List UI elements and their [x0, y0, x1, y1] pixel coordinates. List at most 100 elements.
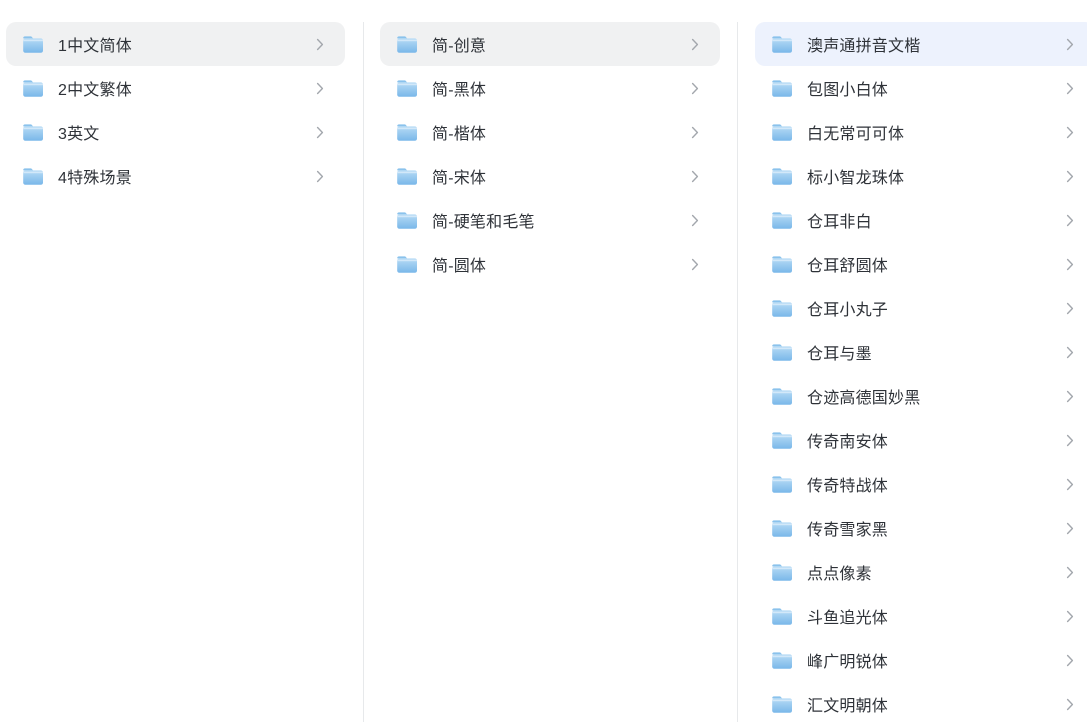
- folder-row[interactable]: 标小智龙珠体: [755, 154, 1087, 198]
- folder-row[interactable]: 澳声通拼音文楷: [755, 22, 1087, 66]
- folder-icon: [771, 123, 793, 142]
- folder-name: 简-楷体: [432, 120, 690, 144]
- folder-icon: [771, 211, 793, 230]
- folder-row[interactable]: 简-圆体: [380, 242, 720, 286]
- chevron-right-icon: [1065, 169, 1075, 183]
- folder-row[interactable]: 点点像素: [755, 550, 1087, 594]
- chevron-right-icon: [1065, 697, 1075, 711]
- folder-name: 仓耳小丸子: [807, 296, 1065, 320]
- folder-row[interactable]: 仓耳与墨: [755, 330, 1087, 374]
- chevron-right-icon: [1065, 81, 1075, 95]
- folder-row[interactable]: 简-楷体: [380, 110, 720, 154]
- folder-columns-panel: 1中文简体 2中文繁体 3英文: [0, 0, 1087, 720]
- chevron-right-icon: [315, 37, 325, 51]
- folder-icon: [771, 563, 793, 582]
- chevron-right-icon: [690, 125, 700, 139]
- folder-icon: [771, 387, 793, 406]
- folder-row[interactable]: 仓耳舒圆体: [755, 242, 1087, 286]
- folder-icon: [396, 255, 418, 274]
- folder-name: 简-圆体: [432, 252, 690, 276]
- folder-row[interactable]: 4特殊场景: [6, 154, 345, 198]
- folder-name: 4特殊场景: [58, 164, 315, 188]
- chevron-right-icon: [315, 169, 325, 183]
- folder-row[interactable]: 仓耳非白: [755, 198, 1087, 242]
- folder-name: 3英文: [58, 120, 315, 144]
- folder-icon: [22, 123, 44, 142]
- folder-icon: [396, 211, 418, 230]
- folder-icon: [771, 607, 793, 626]
- folder-name: 包图小白体: [807, 76, 1065, 100]
- chevron-right-icon: [690, 213, 700, 227]
- folder-row[interactable]: 传奇南安体: [755, 418, 1087, 462]
- folder-row[interactable]: 简-创意: [380, 22, 720, 66]
- folder-name: 汇文明朝体: [807, 692, 1065, 716]
- column-divider: [363, 22, 364, 722]
- column-level-3: 澳声通拼音文楷 包图小白体 白无常可: [755, 22, 1087, 726]
- folder-name: 白无常可可体: [807, 120, 1065, 144]
- chevron-right-icon: [690, 37, 700, 51]
- folder-icon: [396, 35, 418, 54]
- chevron-right-icon: [315, 125, 325, 139]
- folder-icon: [771, 431, 793, 450]
- folder-name: 简-黑体: [432, 76, 690, 100]
- folder-name: 仓迹高德国妙黑: [807, 384, 1065, 408]
- chevron-right-icon: [1065, 125, 1075, 139]
- chevron-right-icon: [1065, 257, 1075, 271]
- folder-row[interactable]: 1中文简体: [6, 22, 345, 66]
- folder-name: 峰广明锐体: [807, 648, 1065, 672]
- chevron-right-icon: [315, 81, 325, 95]
- folder-name: 标小智龙珠体: [807, 164, 1065, 188]
- folder-name: 简-硬笔和毛笔: [432, 208, 690, 232]
- folder-name: 传奇南安体: [807, 428, 1065, 452]
- folder-icon: [771, 519, 793, 538]
- folder-name: 点点像素: [807, 560, 1065, 584]
- folder-row[interactable]: 简-宋体: [380, 154, 720, 198]
- folder-icon: [771, 167, 793, 186]
- folder-row[interactable]: 2中文繁体: [6, 66, 345, 110]
- chevron-right-icon: [1065, 389, 1075, 403]
- folder-row[interactable]: 仓耳小丸子: [755, 286, 1087, 330]
- chevron-right-icon: [690, 169, 700, 183]
- chevron-right-icon: [1065, 653, 1075, 667]
- folder-icon: [396, 167, 418, 186]
- chevron-right-icon: [1065, 213, 1075, 227]
- folder-icon: [771, 79, 793, 98]
- folder-row[interactable]: 包图小白体: [755, 66, 1087, 110]
- folder-name: 斗鱼追光体: [807, 604, 1065, 628]
- folder-row[interactable]: 传奇特战体: [755, 462, 1087, 506]
- chevron-right-icon: [1065, 565, 1075, 579]
- folder-row[interactable]: 简-硬笔和毛笔: [380, 198, 720, 242]
- folder-row[interactable]: 传奇雪家黑: [755, 506, 1087, 550]
- folder-icon: [22, 35, 44, 54]
- folder-row[interactable]: 3英文: [6, 110, 345, 154]
- folder-name: 简-宋体: [432, 164, 690, 188]
- folder-name: 传奇雪家黑: [807, 516, 1065, 540]
- folder-name: 澳声通拼音文楷: [807, 32, 1065, 56]
- folder-name: 简-创意: [432, 32, 690, 56]
- chevron-right-icon: [1065, 521, 1075, 535]
- folder-icon: [771, 299, 793, 318]
- chevron-right-icon: [1065, 37, 1075, 51]
- chevron-right-icon: [1065, 301, 1075, 315]
- folder-icon: [771, 651, 793, 670]
- column-divider: [737, 22, 738, 722]
- folder-row[interactable]: 斗鱼追光体: [755, 594, 1087, 638]
- folder-row[interactable]: 简-黑体: [380, 66, 720, 110]
- folder-icon: [22, 167, 44, 186]
- chevron-right-icon: [1065, 477, 1075, 491]
- chevron-right-icon: [1065, 609, 1075, 623]
- folder-icon: [771, 343, 793, 362]
- folder-name: 传奇特战体: [807, 472, 1065, 496]
- folder-row[interactable]: 仓迹高德国妙黑: [755, 374, 1087, 418]
- folder-row[interactable]: 汇文明朝体: [755, 682, 1087, 726]
- folder-icon: [771, 255, 793, 274]
- folder-icon: [22, 79, 44, 98]
- chevron-right-icon: [690, 257, 700, 271]
- folder-icon: [771, 475, 793, 494]
- column-level-2: 简-创意 简-黑体 简-楷体: [380, 22, 720, 286]
- folder-row[interactable]: 白无常可可体: [755, 110, 1087, 154]
- folder-icon: [396, 123, 418, 142]
- folder-row[interactable]: 峰广明锐体: [755, 638, 1087, 682]
- chevron-right-icon: [690, 81, 700, 95]
- folder-name: 1中文简体: [58, 32, 315, 56]
